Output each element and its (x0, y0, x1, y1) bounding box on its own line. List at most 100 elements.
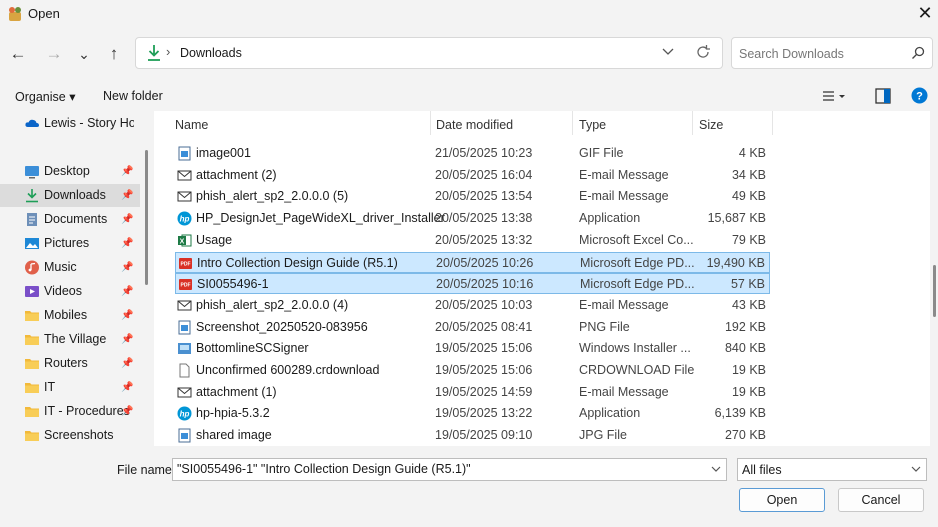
file-row[interactable]: Screenshot_20250520-083956 20/05/2025 08:… (175, 317, 770, 338)
column-header-date[interactable]: Date modified (436, 118, 513, 132)
organise-menu[interactable]: Organise ▾ (15, 89, 75, 104)
file-type: E-mail Message (579, 384, 669, 399)
up-button[interactable]: ↑ (100, 40, 128, 68)
file-row[interactable]: Unconfirmed 600289.crdownload 19/05/2025 … (175, 360, 770, 381)
file-size: 57 KB (730, 277, 765, 292)
column-divider[interactable] (430, 111, 431, 135)
file-list-scrollbar[interactable] (933, 265, 936, 317)
filename-input[interactable]: "SI0055496-1" "Intro Collection Design G… (172, 458, 727, 481)
image-file-icon (177, 146, 192, 161)
file-name: Intro Collection Design Guide (R5.1) (197, 255, 398, 270)
sidebar-item-downloads[interactable]: Downloads 📌 (0, 184, 140, 207)
close-button[interactable]: ✕ (912, 2, 938, 26)
file-name: Usage (196, 232, 233, 247)
file-date: 20/05/2025 10:03 (435, 297, 533, 312)
app-icon (9, 7, 21, 21)
file-size: 270 KB (724, 428, 766, 443)
preview-pane-icon[interactable] (875, 88, 891, 104)
file-row[interactable]: hp HP_DesignJet_PageWideXL_driver_Install… (175, 208, 770, 229)
file-size: 49 KB (731, 189, 766, 204)
file-date: 20/05/2025 13:54 (435, 189, 533, 204)
sidebar-scrollbar[interactable] (145, 150, 148, 285)
image-file-icon (177, 428, 192, 443)
file-type: Application (579, 211, 641, 226)
file-size: 19,490 KB (706, 255, 765, 270)
svg-text:PDF: PDF (181, 261, 191, 267)
file-type-filter[interactable]: All files (737, 458, 927, 481)
file-size: 79 KB (731, 232, 766, 247)
file-row[interactable]: PDF Intro Collection Design Guide (R5.1) 2… (175, 251, 770, 273)
file-date: 19/05/2025 15:06 (435, 341, 533, 356)
forward-button[interactable]: → (40, 40, 68, 68)
column-divider[interactable] (772, 111, 773, 135)
pin-icon: 📌 (121, 286, 134, 297)
file-date: 20/05/2025 13:38 (435, 211, 533, 226)
email-icon (177, 168, 192, 183)
sidebar-item-screenshots[interactable]: Screenshots (0, 424, 140, 446)
pdf-icon: PDF (178, 277, 193, 292)
column-divider[interactable] (572, 111, 573, 135)
open-button[interactable]: Open (739, 488, 825, 512)
column-header-size[interactable]: Size (699, 118, 723, 132)
image-file-icon (177, 320, 192, 335)
chevron-down-icon[interactable] (910, 463, 922, 475)
sidebar-item-mobiles[interactable]: Mobiles 📌 (0, 304, 140, 327)
file-type: E-mail Message (579, 167, 669, 182)
sidebar-item-it-procedures[interactable]: IT - Procedures 📌 (0, 400, 140, 423)
breadcrumb-downloads[interactable]: Downloads (180, 46, 242, 60)
sidebar-item-routers[interactable]: Routers 📌 (0, 352, 140, 375)
sidebar-item-lewis-story-homes[interactable]: Lewis - Story Homes (0, 112, 140, 135)
sidebar-item-documents[interactable]: Documents 📌 (0, 208, 140, 231)
installer-icon (177, 341, 192, 356)
view-options-icon[interactable] (822, 89, 846, 105)
file-date: 20/05/2025 08:41 (435, 319, 533, 334)
cancel-button[interactable]: Cancel (838, 488, 924, 512)
download-icon (148, 45, 160, 61)
chevron-down-icon[interactable] (710, 463, 722, 475)
sidebar-item-music[interactable]: Music 📌 (0, 256, 140, 279)
back-button[interactable]: ← (4, 40, 32, 68)
pin-icon: 📌 (121, 406, 134, 417)
pin-icon: 📌 (121, 334, 134, 345)
sidebar-item-the-village[interactable]: The Village 📌 (0, 328, 140, 351)
sidebar-item-it[interactable]: IT 📌 (0, 376, 140, 399)
pin-icon: 📌 (121, 262, 134, 273)
sidebar-item-videos[interactable]: Videos 📌 (0, 280, 140, 303)
folder-icon (24, 308, 40, 323)
file-row[interactable]: PDF SI0055496-1 20/05/2025 10:16 Microsoft … (175, 273, 770, 295)
new-folder-button[interactable]: New folder (103, 89, 163, 103)
column-divider[interactable] (692, 111, 693, 135)
file-row[interactable]: X Usage 20/05/2025 13:32 Microsoft Excel Co… (175, 230, 770, 251)
file-name: phish_alert_sp2_2.0.0.0 (4) (196, 297, 349, 312)
email-icon (177, 189, 192, 204)
sidebar-item-pictures[interactable]: Pictures 📌 (0, 232, 140, 255)
recent-locations-button[interactable]: ⌄ (70, 40, 98, 68)
file-row[interactable]: image001 21/05/2025 10:23 GIF File 4 KB (175, 143, 770, 164)
file-name: image001 (196, 146, 251, 160)
file-size: 192 KB (724, 319, 766, 334)
file-row[interactable]: BottomlineSCSigner 19/05/2025 15:06 Window… (175, 338, 770, 359)
file-date: 20/05/2025 10:16 (436, 277, 534, 292)
help-icon[interactable]: ? (911, 87, 928, 104)
column-header-name[interactable]: Name (175, 118, 208, 132)
file-row[interactable]: shared image 19/05/2025 09:10 JPG File 270 … (175, 425, 770, 446)
file-date: 19/05/2025 15:06 (435, 363, 533, 377)
file-row[interactable]: phish_alert_sp2_2.0.0.0 (5) 20/05/2025 13… (175, 186, 770, 207)
pin-icon: 📌 (121, 190, 134, 201)
hp-icon: hp (177, 406, 192, 421)
search-placeholder: Search Downloads (739, 47, 844, 61)
file-row[interactable]: phish_alert_sp2_2.0.0.0 (4) 20/05/2025 10… (175, 295, 770, 316)
chevron-down-icon[interactable] (660, 43, 676, 61)
file-date: 21/05/2025 10:23 (435, 146, 533, 160)
file-row[interactable]: attachment (1) 19/05/2025 14:59 E-mail Mes… (175, 382, 770, 403)
file-row[interactable]: attachment (2) 20/05/2025 16:04 E-mail Mes… (175, 165, 770, 186)
refresh-icon[interactable] (694, 43, 712, 61)
file-size: 34 KB (731, 167, 766, 182)
file-type: Application (579, 406, 641, 421)
column-header-type[interactable]: Type (579, 118, 606, 132)
search-icon[interactable] (911, 46, 925, 60)
file-date: 19/05/2025 14:59 (435, 384, 533, 399)
sidebar-item-desktop[interactable]: Desktop 📌 (0, 160, 140, 183)
file-row[interactable]: hp hp-hpia-5.3.2 19/05/2025 13:22 Applicati… (175, 403, 770, 424)
file-size: 15,687 KB (707, 211, 766, 226)
